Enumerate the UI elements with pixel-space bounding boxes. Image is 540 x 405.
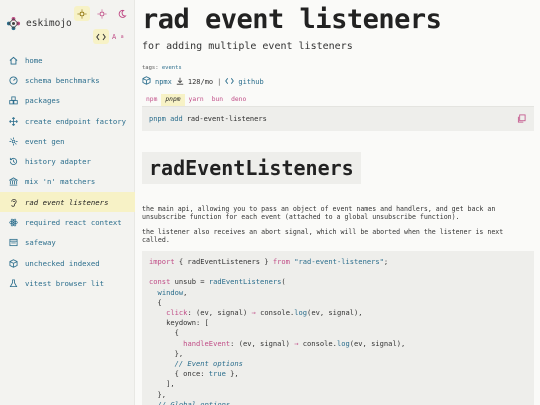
meta-separator: | [217,77,222,86]
moon-icon[interactable] [114,6,130,21]
code-mode-icon[interactable] [93,29,109,44]
install-command-package: rad-event-listeners [186,115,267,123]
sidebar-item-label: packages [25,96,61,106]
sidebar-item-label: create endpoint factory [25,116,127,126]
package-manager-tabs: npm pnpm yarn bun deno [142,94,534,107]
history-icon [8,156,19,167]
atom-icon [8,217,19,228]
code-block: import { radEventListeners } from "rad-e… [142,251,534,405]
sidebar-item-label: history adapter [25,157,91,167]
copy-icon[interactable] [517,114,526,125]
tab-yarn[interactable]: yarn [185,94,208,106]
sparkle-icon [8,136,19,147]
sidebar-item-label: mix 'n' matchers [25,177,96,187]
box-icon [8,258,19,269]
gauge-icon [8,75,19,86]
sidebar-nav: home schema benchmarks packages create e… [0,50,135,294]
bank-icon [8,176,19,187]
logo-icon [6,16,21,31]
section-paragraph-2: the listener also receives an abort sign… [142,228,504,245]
theme-switcher [74,6,130,21]
browser-icon [8,237,19,248]
tags-row: tags: events [142,65,182,71]
download-count: 128/mo [187,77,214,86]
sidebar-item-mix-n-matchers[interactable]: mix 'n' matchers [0,172,135,192]
home-icon [8,55,19,66]
code-icon [225,77,235,87]
tab-bun[interactable]: bun [208,94,227,106]
sun-icon[interactable] [74,6,90,21]
sidebar: eskimojo Aa home schema benchmarks packa… [0,0,135,405]
sidebar-item-packages[interactable]: packages [0,91,135,111]
sidebar-item-label: unchecked indexed [25,258,100,268]
npmx-link[interactable]: npmx [155,78,172,86]
tab-npm[interactable]: npm [142,94,161,106]
tab-deno[interactable]: deno [227,94,250,106]
system-theme-icon[interactable] [94,6,110,21]
sidebar-item-event-gen[interactable]: event gen [0,131,135,151]
sidebar-item-required-react-context[interactable]: required react context [0,212,135,232]
packages-icon [8,95,19,106]
sidebar-item-rad-event-listeners[interactable]: rad event listeners [0,192,135,213]
package-meta: npmx 128/mo | github [142,76,264,87]
mode-switcher: Aa [93,29,128,44]
sidebar-item-label: event gen [25,136,65,146]
page-title: rad event listeners [142,4,442,35]
text-mode-icon[interactable]: Aa [112,29,128,44]
tag-link[interactable]: events [162,65,182,71]
section-paragraph-1: the main api, allowing you to pass an ob… [142,205,496,222]
sidebar-item-label: home [25,55,43,65]
sidebar-item-home[interactable]: home [0,50,135,70]
sidebar-item-label: schema benchmarks [25,75,100,85]
tab-pnpm[interactable]: pnpm [161,94,185,106]
sidebar-item-history-adapter[interactable]: history adapter [0,151,135,171]
sidebar-item-unchecked-indexed[interactable]: unchecked indexed [0,253,135,273]
sidebar-item-label: required react context [25,218,122,228]
install-command-prefix: pnpm add [149,115,183,123]
sidebar-item-safeway[interactable]: safeway [0,233,135,253]
sidebar-item-label: vitest browser lit [25,278,105,288]
install-command: pnpm add rad-event-listeners [142,107,534,131]
flask-icon [8,278,19,289]
brand[interactable]: eskimojo [6,16,72,31]
package-icon [142,76,151,87]
tags-label: tags: [142,65,159,71]
sidebar-item-label: safeway [25,238,56,248]
download-icon [176,77,184,87]
sidebar-item-label: rad event listeners [25,197,109,207]
section-heading: radEventListeners [142,152,361,184]
sidebar-item-schema-benchmarks[interactable]: schema benchmarks [0,70,135,90]
page-subtitle: for adding multiple event listeners [142,41,353,52]
ear-icon [8,197,19,208]
sidebar-item-vitest-browser-lit[interactable]: vitest browser lit [0,273,135,293]
move-icon [8,116,19,127]
github-link[interactable]: github [238,78,263,86]
sidebar-item-create-endpoint-factory[interactable]: create endpoint factory [0,111,135,131]
brand-name: eskimojo [26,18,72,29]
